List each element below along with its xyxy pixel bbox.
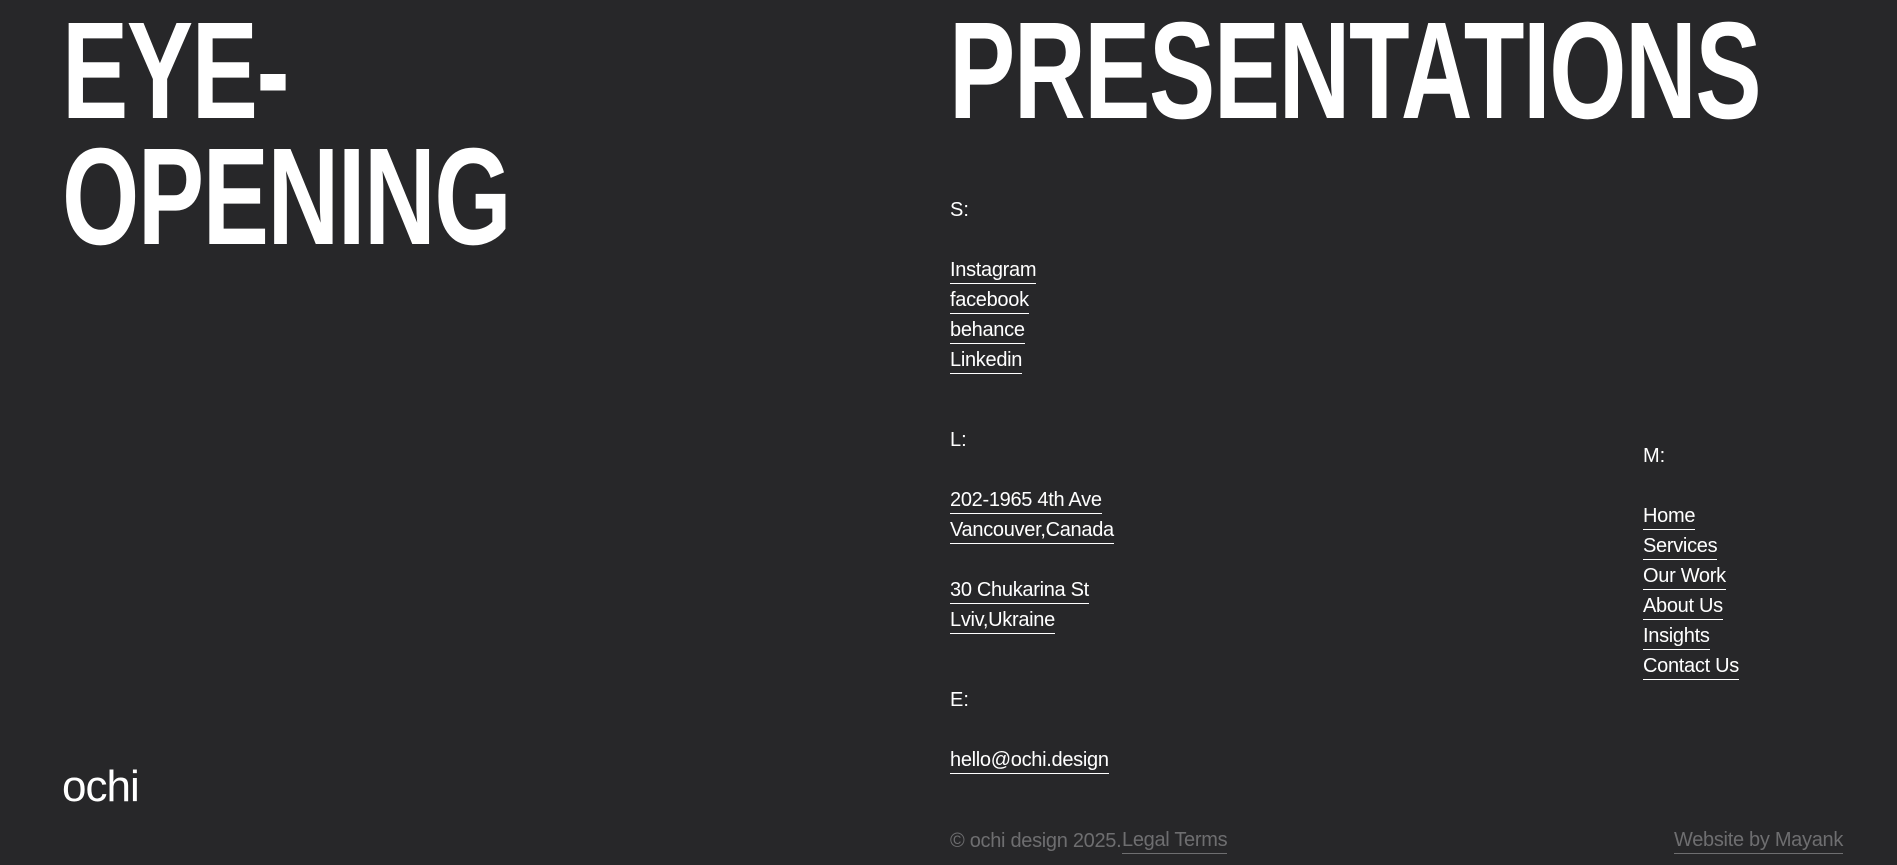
menu-item-our-work[interactable]: Our Work xyxy=(1643,565,1726,590)
address-1-line-1[interactable]: 202-1965 4th Ave xyxy=(950,489,1102,514)
socials-label: S: xyxy=(950,199,969,221)
menu-item-services[interactable]: Services xyxy=(1643,535,1718,560)
social-link-behance[interactable]: behance xyxy=(950,319,1025,344)
menu-item-contact-us[interactable]: Contact Us xyxy=(1643,655,1739,680)
social-link-linkedin[interactable]: Linkedin xyxy=(950,349,1022,374)
menu-item-home[interactable]: Home xyxy=(1643,505,1695,530)
ochi-logo[interactable]: ochi xyxy=(62,765,140,809)
headline-left: EYE- OPENING xyxy=(62,0,512,274)
social-link-instagram[interactable]: Instagram xyxy=(950,259,1037,284)
headline-line-2: OPENING xyxy=(62,120,512,274)
locations-label: L: xyxy=(950,429,967,451)
address-2-line-2[interactable]: Lviv,Ukraine xyxy=(950,609,1055,634)
social-link-facebook[interactable]: facebook xyxy=(950,289,1029,314)
menu-label: M: xyxy=(1643,445,1666,467)
address-1-line-2[interactable]: Vancouver,Canada xyxy=(950,519,1114,544)
headline-line-1: EYE- xyxy=(62,0,290,148)
menu-item-insights[interactable]: Insights xyxy=(1643,625,1710,650)
email-link[interactable]: hello@ochi.design xyxy=(950,749,1109,774)
menu-item-about-us[interactable]: About Us xyxy=(1643,595,1723,620)
address-2-line-1[interactable]: 30 Chukarina St xyxy=(950,579,1089,604)
headline-right: PRESENTATIONS xyxy=(949,0,1762,148)
email-label: E: xyxy=(950,689,969,711)
footer-copyright: © ochi design 2025. xyxy=(950,830,1122,852)
website-credit-link[interactable]: Website by Mayank xyxy=(1674,829,1843,854)
legal-terms-link[interactable]: Legal Terms xyxy=(1122,829,1228,854)
